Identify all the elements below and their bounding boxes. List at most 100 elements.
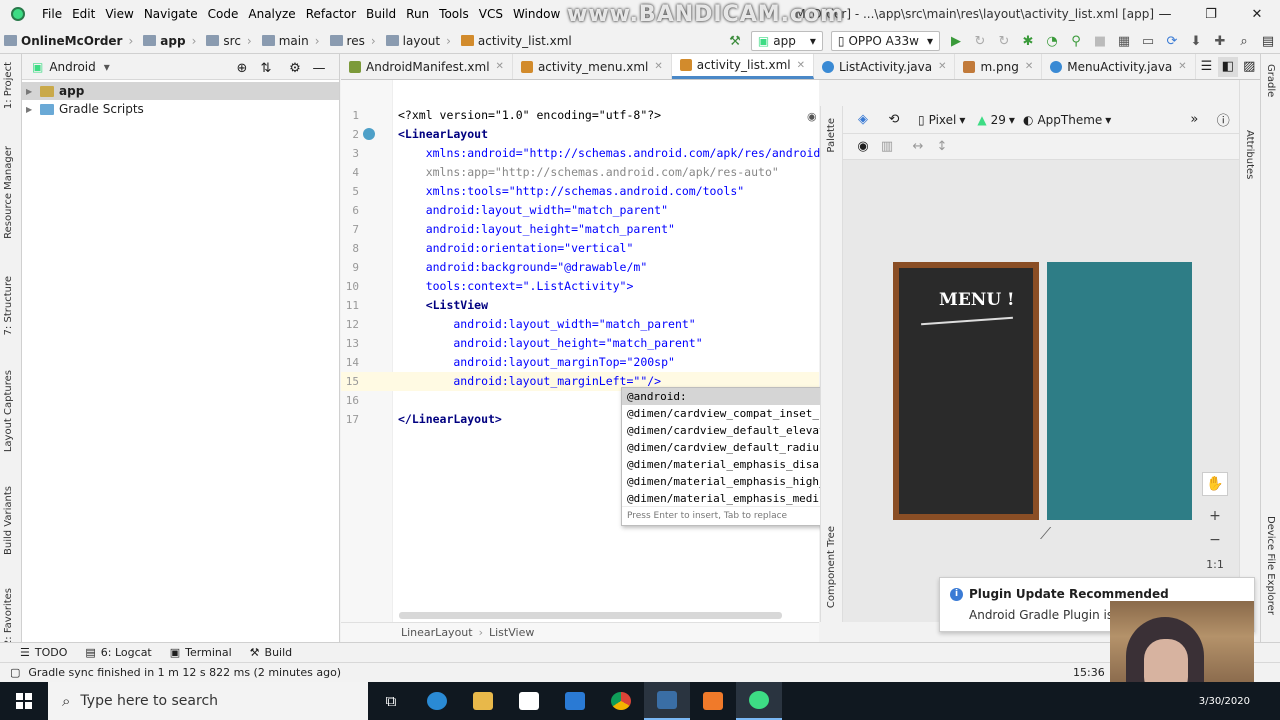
split-view-icon[interactable]: ◧ xyxy=(1218,56,1238,77)
edge-app[interactable] xyxy=(414,682,460,720)
chrome-app[interactable] xyxy=(598,682,644,720)
start-button[interactable] xyxy=(0,682,48,720)
sync-gradle-icon[interactable]: ⟳ xyxy=(1161,31,1183,51)
code-line[interactable]: 13 android:layout_height="match_parent" xyxy=(341,334,819,353)
xampp-app[interactable] xyxy=(690,682,736,720)
code-view-icon[interactable]: ☰ xyxy=(1197,57,1216,77)
code-line[interactable]: 10 tools:context=".ListActivity"> xyxy=(341,277,819,296)
code-line[interactable]: 12 android:layout_width="match_parent" xyxy=(341,315,819,334)
code-line[interactable]: 1 <?xml version="1.0" encoding="utf-8"?> xyxy=(341,106,819,125)
store-app[interactable] xyxy=(506,682,552,720)
sdk-manager-icon[interactable]: ⬇ xyxy=(1185,31,1207,51)
installer-app[interactable] xyxy=(644,682,690,720)
breadcrumb-linearlayout[interactable]: LinearLayout xyxy=(401,626,473,639)
code-line[interactable]: 5 xmlns:tools="http://schemas.android.co… xyxy=(341,182,819,201)
code-line[interactable]: 4 xmlns:app="http://schemas.android.com/… xyxy=(341,163,819,182)
code-line[interactable]: 11 <ListView xyxy=(341,296,819,315)
breadcrumb-res[interactable]: res › xyxy=(326,34,382,48)
menu-code[interactable]: Code xyxy=(203,7,244,21)
pan-hand-icon[interactable]: ✋ xyxy=(1202,472,1228,496)
code-editor[interactable]: 1 <?xml version="1.0" encoding="utf-8"?> … xyxy=(341,80,827,622)
breadcrumb-app[interactable]: app › xyxy=(139,34,202,48)
project-view-selector[interactable]: Android xyxy=(49,60,95,74)
view-options-eye-icon[interactable]: ◉ xyxy=(852,137,874,157)
tab-activity-menu[interactable]: activity_menu.xml ✕ xyxy=(513,54,672,79)
breadcrumb-main[interactable]: main › xyxy=(258,34,326,48)
more-actions-icon[interactable]: » xyxy=(1183,110,1205,130)
menu-navigate[interactable]: Navigate xyxy=(139,7,203,21)
tree-item-gradle-scripts[interactable]: ▶ Gradle Scripts xyxy=(22,100,339,118)
tab-build-variants[interactable]: Build Variants xyxy=(3,486,14,555)
status-toggle-icon[interactable]: ▢ xyxy=(10,666,20,679)
menu-view[interactable]: View xyxy=(100,7,138,21)
hammer-icon[interactable]: ⚒ xyxy=(724,31,746,51)
code-line[interactable]: 3 xmlns:android="http://schemas.android.… xyxy=(341,144,827,163)
zoom-actual-size[interactable]: 1:1 xyxy=(1202,552,1228,576)
device-dropdown[interactable]: ▯ Pixel ▾ xyxy=(918,113,965,127)
close-tab-icon[interactable]: ✕ xyxy=(797,60,805,71)
debug-icon[interactable]: ✱ xyxy=(1017,31,1039,51)
menu-build[interactable]: Build xyxy=(361,7,401,21)
tab-android-manifest[interactable]: AndroidManifest.xml ✕ xyxy=(341,54,513,79)
collapse-icon[interactable]: ⇅ xyxy=(255,58,277,78)
breadcrumb-src[interactable]: src › xyxy=(202,34,257,48)
breadcrumb-project[interactable]: OnlineMcOrder › xyxy=(0,34,139,48)
tab-activity-list[interactable]: activity_list.xml ✕ xyxy=(671,54,814,79)
theme-dropdown[interactable]: ◐ AppTheme ▾ xyxy=(1023,113,1111,127)
tab-attributes[interactable]: Attributes xyxy=(1244,130,1255,179)
tab-resource-manager[interactable]: Resource Manager xyxy=(3,146,14,239)
maximize-icon[interactable]: ❐ xyxy=(1188,0,1234,28)
zoom-out-icon[interactable]: − xyxy=(1202,528,1228,552)
close-tab-icon[interactable]: ✕ xyxy=(938,61,946,72)
tab-list-activity[interactable]: ListActivity.java ✕ xyxy=(814,54,956,79)
hide-icon[interactable]: — xyxy=(308,58,330,78)
vertical-constraint-icon[interactable]: ↕ xyxy=(931,137,953,157)
layers-icon[interactable]: ◈ xyxy=(852,110,874,130)
android-studio-app[interactable] xyxy=(736,682,782,720)
code-line[interactable]: 8 android:orientation="vertical" xyxy=(341,239,819,258)
menu-refactor[interactable]: Refactor xyxy=(301,7,361,21)
tab-component-tree[interactable]: Component Tree xyxy=(826,526,837,608)
code-line[interactable]: 7 android:layout_height="match_parent" xyxy=(341,220,819,239)
minimize-icon[interactable]: — xyxy=(1142,0,1188,28)
status-message[interactable]: Gradle sync finished in 1 m 12 s 822 ms … xyxy=(28,666,341,679)
tab-layout-captures[interactable]: Layout Captures xyxy=(3,370,14,452)
apply-code-changes-icon[interactable]: ↻ xyxy=(993,31,1015,51)
code-line[interactable]: 6 android:layout_width="match_parent" xyxy=(341,201,819,220)
close-tab-icon[interactable]: ✕ xyxy=(654,61,662,72)
attach-debugger-icon[interactable]: ⚲ xyxy=(1065,31,1087,51)
menu-run[interactable]: Run xyxy=(401,7,434,21)
menu-analyze[interactable]: Analyze xyxy=(243,7,300,21)
logcat-tool-button[interactable]: ▤ 6: Logcat xyxy=(85,646,151,659)
code-line[interactable]: 9 android:background="@drawable/m" xyxy=(341,258,819,277)
terminal-tool-button[interactable]: ▣ Terminal xyxy=(170,646,232,659)
tab-palette[interactable]: Palette xyxy=(826,118,837,153)
run-icon[interactable]: ▶ xyxy=(945,31,967,51)
tab-gradle[interactable]: Gradle xyxy=(1265,64,1276,97)
layout-icon[interactable]: ▤ xyxy=(1257,31,1279,51)
mail-app[interactable] xyxy=(552,682,598,720)
eye-icon[interactable]: ◉ xyxy=(807,110,817,123)
breadcrumb-file[interactable]: activity_list.xml xyxy=(457,34,578,48)
file-explorer-app[interactable] xyxy=(460,682,506,720)
expand-icon[interactable]: ▶ xyxy=(26,87,36,96)
apply-changes-icon[interactable]: ↻ xyxy=(969,31,991,51)
module-selector[interactable]: ▣ app ▾ xyxy=(750,31,823,51)
device-selector[interactable]: ▯ OPPO A33w ▾ xyxy=(830,31,940,51)
caret-position[interactable]: 15:36 xyxy=(1073,666,1105,679)
design-view-icon[interactable]: ▨ xyxy=(1240,57,1259,77)
avd-manager-icon[interactable]: ▭ xyxy=(1137,31,1159,51)
menu-vcs[interactable]: VCS xyxy=(474,7,508,21)
horizontal-constraint-icon[interactable]: ↔ xyxy=(907,137,929,157)
tab-device-file-explorer[interactable]: Device File Explorer xyxy=(1265,516,1276,615)
tree-item-app[interactable]: ▶ app xyxy=(22,82,339,100)
menu-edit[interactable]: Edit xyxy=(67,7,100,21)
breadcrumb-layout[interactable]: layout › xyxy=(382,34,457,48)
todo-tool-button[interactable]: ☰ TODO xyxy=(20,646,67,659)
assistant-icon[interactable]: ✚ xyxy=(1209,31,1231,51)
project-structure-icon[interactable]: ▦ xyxy=(1113,31,1135,51)
task-view-button[interactable]: ⧉ xyxy=(368,682,414,720)
close-icon[interactable]: ✕ xyxy=(1234,0,1280,28)
close-tab-icon[interactable]: ✕ xyxy=(496,61,504,72)
breadcrumb-listview[interactable]: ListView xyxy=(489,626,534,639)
